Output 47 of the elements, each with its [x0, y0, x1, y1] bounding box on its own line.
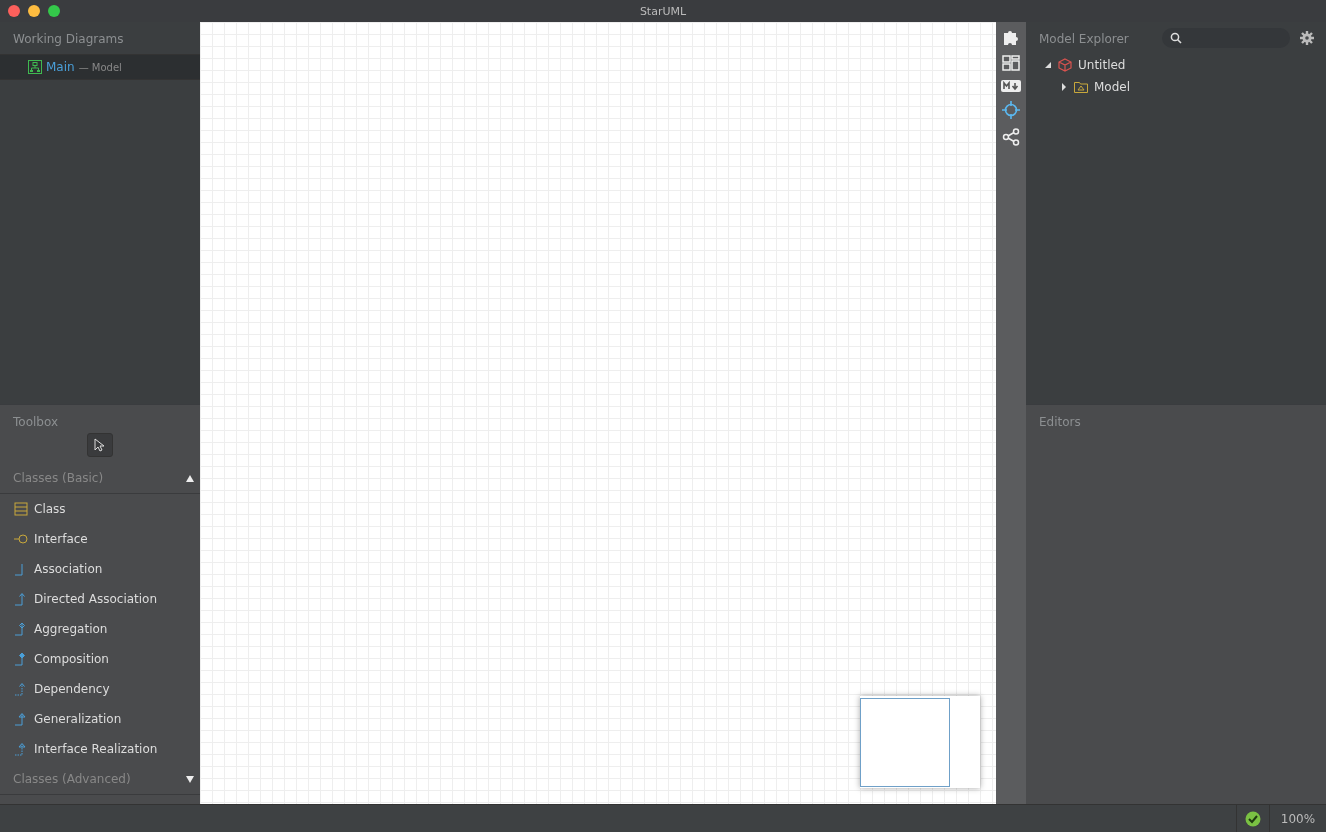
crosshair-icon[interactable] — [1002, 101, 1020, 119]
tool-icon — [14, 532, 28, 546]
tool-item[interactable]: Directed Association — [0, 584, 200, 614]
tool-icon — [14, 652, 28, 666]
tool-item[interactable]: Interface Realization — [0, 734, 200, 764]
zoom-button[interactable] — [48, 5, 60, 17]
tool-icon — [14, 712, 28, 726]
pointer-icon — [94, 438, 106, 452]
tree-item[interactable]: Untitled — [1078, 58, 1126, 72]
search-field[interactable] — [1162, 28, 1290, 48]
window-title: StarUML — [639, 4, 687, 18]
puzzle-icon[interactable] — [1002, 28, 1020, 46]
folder-icon — [1074, 81, 1088, 93]
expand-toggle-icon[interactable] — [1044, 61, 1052, 69]
settings-icon[interactable] — [1300, 31, 1314, 45]
pointer-tool-button[interactable] — [87, 433, 113, 457]
close-button[interactable] — [8, 5, 20, 17]
diagram-item[interactable]: Main — Model — [0, 54, 200, 80]
tool-icon — [14, 622, 28, 636]
diagram-icon — [28, 60, 42, 74]
tool-icon — [14, 502, 28, 516]
zoom-level[interactable]: 100% — [1280, 811, 1316, 826]
tool-item[interactable]: Class — [0, 494, 200, 524]
share-icon[interactable] — [1002, 128, 1020, 146]
check-icon — [1245, 810, 1261, 827]
tool-item[interactable]: Association — [0, 554, 200, 584]
minimize-button[interactable] — [28, 5, 40, 17]
layout-icon[interactable] — [1002, 55, 1020, 71]
tool-item[interactable]: Composition — [0, 644, 200, 674]
minimap-viewport[interactable] — [860, 698, 950, 787]
panel-title: Working Diagrams — [12, 31, 125, 48]
tool-item[interactable]: Dependency — [0, 674, 200, 704]
minimap[interactable] — [860, 696, 980, 788]
expand-toggle-icon[interactable] — [1060, 83, 1068, 91]
panel-title: Editors — [1038, 414, 1082, 431]
expand-caret-icon[interactable] — [186, 775, 194, 783]
tool-icon — [14, 742, 28, 756]
panel-title: Model Explorer — [1038, 31, 1130, 48]
tool-item[interactable]: Interface — [0, 524, 200, 554]
collapse-caret-icon[interactable] — [186, 474, 194, 482]
panel-title: Toolbox — [12, 414, 59, 431]
cube-icon — [1058, 58, 1072, 72]
tree-item[interactable]: Model — [1094, 80, 1131, 94]
search-icon — [1170, 32, 1182, 44]
tool-item[interactable]: Generalization — [0, 704, 200, 734]
tool-item[interactable]: Aggregation — [0, 614, 200, 644]
markdown-icon[interactable] — [1001, 80, 1021, 92]
